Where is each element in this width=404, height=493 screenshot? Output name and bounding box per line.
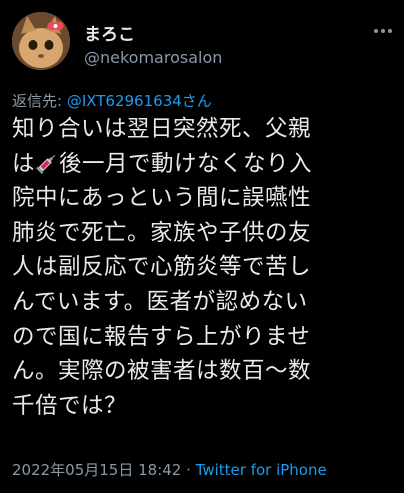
body-line: 院中にあっという間に誤嚥性 bbox=[12, 185, 312, 212]
tweet-meta: 2022年05月15日 18:42 · Twitter for iPhone bbox=[12, 459, 327, 480]
user-handle[interactable]: @nekomarosalon bbox=[84, 48, 222, 67]
reply-prefix: 返信先: bbox=[12, 92, 67, 110]
tweet-body: 知り合いは翌日突然死、父親 は 後一月で動けなくなり入 院中にあっという間に誤嚥… bbox=[12, 112, 396, 423]
body-line: は 後一月で動けなくなり入 bbox=[12, 147, 396, 182]
body-line: ん。実際の被害者は数百〜数 bbox=[12, 358, 312, 385]
body-line: んでいます。医者が認めない bbox=[12, 288, 308, 315]
syringe-icon bbox=[36, 154, 56, 174]
more-dot bbox=[374, 29, 378, 33]
body-line: 知り合いは翌日突然死、父親 bbox=[12, 116, 312, 142]
timestamp[interactable]: 2022年05月15日 18:42 bbox=[12, 461, 181, 479]
avatar[interactable] bbox=[12, 12, 70, 70]
more-dot bbox=[388, 29, 392, 33]
meta-separator: · bbox=[181, 461, 196, 479]
cat-avatar-icon bbox=[12, 12, 70, 70]
body-line-prefix: は bbox=[12, 150, 36, 177]
body-line: 千倍では？ bbox=[12, 392, 128, 419]
source-link[interactable]: Twitter for iPhone bbox=[196, 461, 327, 479]
body-line: 人は副反応で心筋炎等で苦し bbox=[12, 254, 312, 281]
display-name[interactable]: まろこ bbox=[84, 20, 135, 45]
body-line: 肺炎で死亡。家族や子供の友 bbox=[12, 219, 312, 246]
body-line-rest: 後一月で動けなくなり入 bbox=[59, 150, 313, 177]
tweet: まろこ @nekomarosalon 返信先: @IXT62961634さん 知… bbox=[0, 0, 404, 493]
body-line: ので国に報告すら上がりませ bbox=[12, 323, 311, 350]
reply-to-line: 返信先: @IXT62961634さん bbox=[12, 90, 212, 111]
more-options-icon[interactable] bbox=[372, 24, 394, 38]
reply-mention-link[interactable]: @IXT62961634さん bbox=[67, 92, 212, 110]
more-dot bbox=[381, 29, 385, 33]
